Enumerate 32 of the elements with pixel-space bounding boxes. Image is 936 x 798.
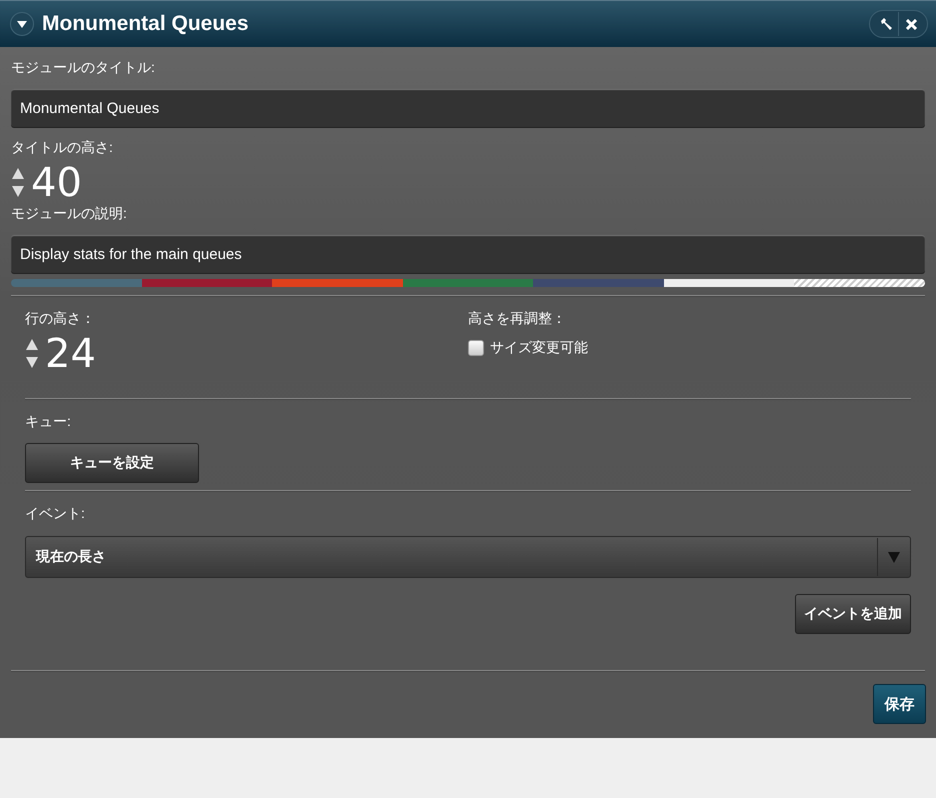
caret-down-icon	[17, 20, 27, 28]
caret-down-icon	[888, 552, 900, 562]
wrench-icon	[879, 17, 893, 31]
add-event-button[interactable]: イベントを追加	[795, 594, 911, 634]
window-title: Monumental Queues	[42, 12, 250, 36]
close-icon	[906, 18, 916, 30]
number-value[interactable]: 40	[31, 161, 82, 205]
field-label: モジュールのタイトル:	[11, 59, 156, 77]
field-label: モジュールの説明:	[11, 205, 128, 223]
spinner-arrows-icon[interactable]	[11, 167, 25, 199]
color-swatch[interactable]	[142, 279, 272, 287]
event-dropdown[interactable]: 現在の長さ	[25, 536, 911, 578]
configure-queue-button[interactable]: キューを設定	[25, 443, 199, 483]
color-swatch[interactable]	[664, 279, 794, 287]
color-swatch[interactable]	[794, 279, 925, 287]
description-input[interactable]: Display stats for the main queues	[11, 235, 925, 273]
field-label: タイトルの高さ:	[11, 139, 114, 157]
color-swatch[interactable]	[272, 279, 403, 287]
color-swatch[interactable]	[533, 279, 664, 287]
color-swatch[interactable]	[11, 279, 142, 287]
color-swatch[interactable]	[402, 279, 534, 287]
collapse-button[interactable]	[10, 12, 34, 36]
save-button[interactable]: 保存	[873, 684, 926, 724]
spinner-arrows-icon[interactable]	[25, 338, 39, 370]
title-input[interactable]: Monumental Queues	[11, 89, 925, 127]
checkbox[interactable]	[468, 340, 484, 356]
field-label: 行の高さ：	[25, 310, 96, 328]
field-label: 高さを再調整：	[468, 310, 567, 328]
checkbox-label: サイズ変更可能	[490, 339, 588, 357]
number-value[interactable]: 24	[45, 332, 96, 376]
field-label: キュー:	[25, 413, 72, 431]
field-label: イベント:	[25, 505, 86, 523]
